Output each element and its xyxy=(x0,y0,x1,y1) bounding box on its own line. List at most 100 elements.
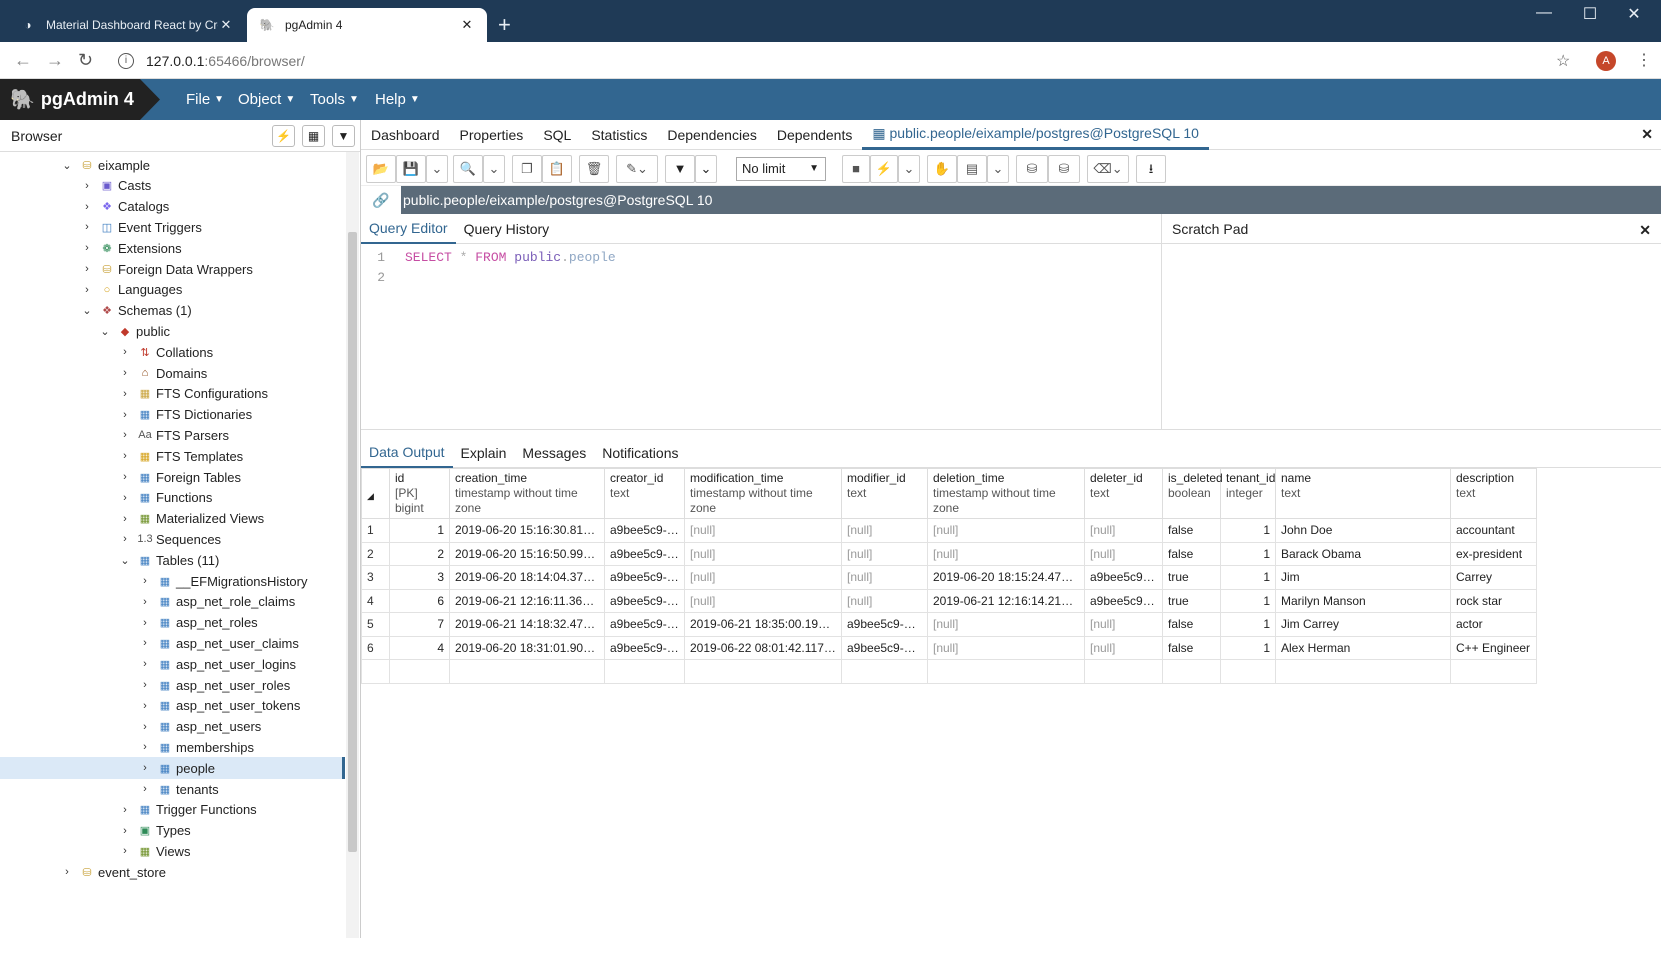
column-header[interactable]: description text xyxy=(1450,468,1537,519)
table-row[interactable]: 2 2 2019-06-20 15:16:50.998228 a9bee5c9-6..… xyxy=(361,541,1537,566)
chevron-right-icon[interactable]: › xyxy=(80,180,94,192)
tree-item[interactable]: › ▦ asp_net_user_roles xyxy=(0,674,345,696)
close-icon[interactable]: ✕ xyxy=(1641,126,1653,143)
tree-item[interactable]: › ▦ asp_net_users xyxy=(0,716,345,738)
chevron-right-icon[interactable]: › xyxy=(80,201,94,213)
table-row[interactable]: 6 4 2019-06-20 18:31:01.903617 a9bee5c9-6..… xyxy=(361,635,1537,660)
download-icon[interactable]: ⭳ xyxy=(1136,155,1166,183)
tree-item[interactable]: ⌄ ▦ Tables (11) xyxy=(0,549,345,571)
table-cell[interactable]: 1 xyxy=(1220,518,1276,543)
table-cell[interactable]: Jim Carrey xyxy=(1275,612,1451,637)
table-cell[interactable]: 1 xyxy=(1220,635,1276,660)
tree-item[interactable]: › ▦ Foreign Tables xyxy=(0,466,345,488)
chevron-right-icon[interactable]: › xyxy=(138,575,152,587)
tree-item[interactable]: › ▦ FTS Configurations xyxy=(0,383,345,405)
tree-item[interactable]: › ⛁ event_store xyxy=(0,861,345,883)
tree-item[interactable]: ⌄ ❖ Schemas (1) xyxy=(0,300,345,322)
minimize-icon[interactable]: — xyxy=(1524,4,1564,22)
table-cell[interactable]: a9bee5c9-6... xyxy=(604,635,685,660)
table-cell[interactable]: a9bee5c9-6... xyxy=(604,565,685,590)
column-header[interactable]: creator_id text xyxy=(604,468,685,519)
explain-analyze-icon[interactable]: ▤ xyxy=(957,155,987,183)
table-cell[interactable]: 2019-06-21 14:18:32.47467 xyxy=(449,612,605,637)
paste-icon[interactable]: 📋 xyxy=(542,155,572,183)
tree-item[interactable]: › ▦ asp_net_user_logins xyxy=(0,653,345,675)
copy-icon[interactable]: ❐ xyxy=(512,155,542,183)
table-cell[interactable] xyxy=(1220,659,1276,684)
table-cell[interactable]: 6 xyxy=(389,588,450,613)
table-cell[interactable]: [null] xyxy=(841,565,928,590)
table-cell[interactable]: [null] xyxy=(1084,541,1163,566)
table-row[interactable]: 5 7 2019-06-21 14:18:32.47467 a9bee5c9-6...… xyxy=(361,612,1537,637)
tree-item[interactable]: › ❁ Extensions xyxy=(0,237,345,259)
new-tab-icon[interactable]: + xyxy=(498,12,511,38)
table-cell[interactable]: [null] xyxy=(1084,518,1163,543)
tree-item[interactable]: › ❖ Catalogs xyxy=(0,196,345,218)
column-header[interactable]: name text xyxy=(1275,468,1451,519)
row-number[interactable]: 3 xyxy=(361,565,390,590)
table-cell[interactable] xyxy=(1162,659,1221,684)
tree-item[interactable]: › ▣ Casts xyxy=(0,175,345,197)
table-cell[interactable]: Barack Obama xyxy=(1275,541,1451,566)
chevron-right-icon[interactable]: › xyxy=(138,637,152,649)
tree-item[interactable]: › ○ Languages xyxy=(0,279,345,301)
table-cell[interactable]: Alex Herman xyxy=(1275,635,1451,660)
table-cell[interactable]: a9bee5c9-60f... xyxy=(841,635,928,660)
chevron-right-icon[interactable]: › xyxy=(138,721,152,733)
table-cell[interactable]: 4 xyxy=(389,635,450,660)
chevron-right-icon[interactable]: › xyxy=(118,450,132,462)
table-cell[interactable]: a9bee5c9-6... xyxy=(604,541,685,566)
table-cell[interactable] xyxy=(927,659,1085,684)
chevron-right-icon[interactable]: › xyxy=(118,388,132,400)
tree-item[interactable]: › ▦ __EFMigrationsHistory xyxy=(0,570,345,592)
tree-item[interactable]: › ▦ memberships xyxy=(0,736,345,758)
tab-output[interactable]: Explain xyxy=(453,438,515,468)
scrollbar-thumb[interactable] xyxy=(348,232,357,852)
tab-panel[interactable]: SQL xyxy=(533,120,581,150)
tab-query-history[interactable]: Query History xyxy=(456,214,558,244)
tree-item[interactable]: › ▦ Materialized Views xyxy=(0,508,345,530)
chevron-right-icon[interactable]: › xyxy=(118,533,132,545)
chevron-right-icon[interactable]: › xyxy=(80,263,94,275)
row-number[interactable]: 2 xyxy=(361,541,390,566)
tree-item[interactable]: › ▦ Trigger Functions xyxy=(0,799,345,821)
tree-item[interactable]: › ▦ tenants xyxy=(0,778,345,800)
table-cell[interactable]: [null] xyxy=(684,565,842,590)
table-cell[interactable]: a9bee5c9-60f... xyxy=(841,612,928,637)
column-header[interactable]: tenant_id integer xyxy=(1220,468,1276,519)
column-header[interactable]: creation_time timestamp without time zone xyxy=(449,468,605,519)
table-cell[interactable]: actor xyxy=(1450,612,1537,637)
table-cell[interactable]: [null] xyxy=(684,541,842,566)
chevron-down-icon[interactable]: ⌄ xyxy=(898,155,920,183)
column-header[interactable]: deletion_time timestamp without time zone xyxy=(927,468,1085,519)
tab-panel[interactable]: Dependents xyxy=(767,120,863,150)
tree-item[interactable]: › ▦ FTS Dictionaries xyxy=(0,404,345,426)
chevron-right-icon[interactable]: › xyxy=(118,845,132,857)
forward-icon[interactable]: → xyxy=(46,50,64,71)
table-cell[interactable]: true xyxy=(1162,565,1221,590)
chevron-right-icon[interactable]: › xyxy=(118,429,132,441)
table-cell[interactable]: 3 xyxy=(389,565,450,590)
avatar[interactable]: A xyxy=(1596,51,1616,71)
table-cell[interactable]: [null] xyxy=(927,541,1085,566)
table-cell[interactable]: 7 xyxy=(389,612,450,637)
table-cell[interactable]: [null] xyxy=(841,588,928,613)
chevron-right-icon[interactable]: › xyxy=(118,409,132,421)
rollback-icon[interactable]: ⛁ xyxy=(1048,155,1080,183)
tree-item[interactable]: ⌄ ◆ public xyxy=(0,320,345,342)
table-cell[interactable]: 2019-06-20 18:31:01.903617 xyxy=(449,635,605,660)
tab-panel[interactable]: Dashboard xyxy=(361,120,450,150)
tree-scrollbar[interactable] xyxy=(346,152,359,938)
chevron-right-icon[interactable]: › xyxy=(138,617,152,629)
table-cell[interactable]: 2019-06-20 15:16:50.998228 xyxy=(449,541,605,566)
chevron-right-icon[interactable]: › xyxy=(138,658,152,670)
tree-item[interactable]: › ▦ Functions xyxy=(0,487,345,509)
tab-output[interactable]: Notifications xyxy=(594,438,686,468)
link-icon[interactable]: 🔗 xyxy=(361,186,401,214)
bookmark-star-icon[interactable]: ☆ xyxy=(1556,51,1570,71)
chevron-right-icon[interactable]: › xyxy=(118,492,132,504)
brand-logo[interactable]: 🐘 pgAdmin 4 xyxy=(0,79,160,120)
search-icon[interactable]: 🔍 xyxy=(453,155,483,183)
view-data-icon[interactable]: ▦ xyxy=(302,125,325,147)
chevron-right-icon[interactable]: › xyxy=(138,679,152,691)
